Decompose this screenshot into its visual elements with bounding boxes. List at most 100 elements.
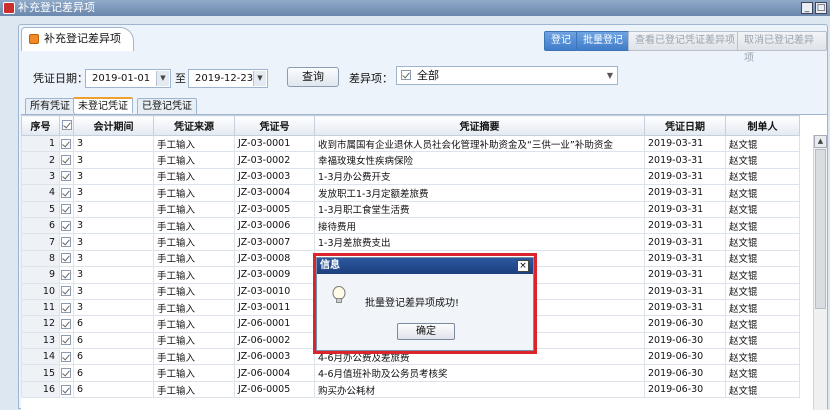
table-row[interactable]: 4 3 手工输入 JZ-03-0004 发放职工1-3月定额差旅费 2019-03-31 赵… <box>21 184 800 202</box>
cancel-registered-button[interactable]: 取消已登记差异项 <box>737 31 827 64</box>
row-checkbox[interactable] <box>61 155 71 166</box>
col-header-summary[interactable]: 凭证摘要 <box>314 115 645 136</box>
cell-creator: 赵文锟 <box>725 200 800 218</box>
cell-creator: 赵文锟 <box>725 315 800 333</box>
col-header-number[interactable]: 凭证号 <box>234 115 315 136</box>
cell-select <box>59 380 74 399</box>
scroll-up-icon[interactable]: ▲ <box>814 135 827 148</box>
table-row[interactable]: 5 3 手工输入 JZ-03-0005 1-3月职工食堂生活费 2019-03-31 赵文锟 <box>21 200 800 218</box>
row-checkbox[interactable] <box>61 138 71 149</box>
cell-summary: 接待费用 <box>314 216 645 235</box>
cell-source: 手工输入 <box>153 249 235 268</box>
row-checkbox[interactable] <box>61 286 71 297</box>
cell-period: 6 <box>73 348 154 366</box>
table-row[interactable]: 2 3 手工输入 JZ-03-0002 幸福玫瑰女性疾病保险 2019-03-31 赵文锟 <box>21 151 800 169</box>
table-row[interactable]: 16 6 手工输入 JZ-06-0005 购买办公耗材 2019-06-30 赵文锟 <box>21 380 800 399</box>
query-button[interactable]: 查询 <box>287 67 339 87</box>
cell-source: 手工输入 <box>153 282 235 300</box>
col-header-select[interactable] <box>59 115 74 136</box>
checkbox-icon <box>401 70 411 80</box>
cell-index: 11 <box>21 298 60 317</box>
row-checkbox[interactable] <box>61 253 71 264</box>
col-header-date[interactable]: 凭证日期 <box>644 115 726 136</box>
tab-registered-vouchers[interactable]: 已登记凭证 <box>137 98 197 114</box>
diff-select[interactable]: 全部 ▼ <box>396 66 618 85</box>
cell-select <box>59 216 74 235</box>
cell-number: JZ-03-0002 <box>234 151 315 169</box>
cell-creator: 赵文锟 <box>725 364 800 382</box>
cell-date: 2019-03-31 <box>644 134 726 153</box>
batch-register-button[interactable]: 批量登记 <box>576 31 630 51</box>
cell-select <box>59 200 74 218</box>
date-to-input[interactable]: 2019-12-23 ▼ <box>188 69 268 88</box>
cell-period: 3 <box>73 282 154 300</box>
cell-creator: 赵文锟 <box>725 380 800 399</box>
table-row[interactable]: 6 3 手工输入 JZ-03-0006 接待费用 2019-03-31 赵文锟 <box>21 216 800 235</box>
table-row[interactable]: 7 3 手工输入 JZ-03-0007 1-3月差旅费支出 2019-03-31 赵文锟 <box>21 233 800 251</box>
panel-tab[interactable]: 补充登记差异项 <box>21 27 134 51</box>
cell-date: 2019-03-31 <box>644 216 726 235</box>
cell-number: JZ-03-0011 <box>234 298 315 317</box>
calendar-dropdown-icon[interactable]: ▼ <box>253 71 266 86</box>
cell-source: 手工输入 <box>153 266 235 284</box>
row-checkbox[interactable] <box>61 269 71 280</box>
date-from-value: 2019-01-01 <box>92 73 151 84</box>
row-checkbox[interactable] <box>61 335 71 346</box>
table-row[interactable]: 3 3 手工输入 JZ-03-0003 1-3月办公费开支 2019-03-31 赵文锟 <box>21 167 800 186</box>
row-checkbox[interactable] <box>61 368 71 379</box>
scroll-thumb[interactable] <box>815 149 826 309</box>
cell-summary: 发放职工1-3月定额差旅费 <box>314 184 645 202</box>
col-header-source[interactable]: 凭证来源 <box>153 115 235 136</box>
cell-date: 2019-03-31 <box>644 151 726 169</box>
col-header-index[interactable]: 序号 <box>21 115 60 136</box>
select-all-checkbox[interactable] <box>61 120 72 130</box>
date-from-input[interactable]: 2019-01-01 ▼ <box>85 69 171 88</box>
info-dialog: 信息 × 批量登记差异项成功! 确定 <box>316 257 534 351</box>
row-checkbox[interactable] <box>61 171 71 182</box>
cell-select <box>59 266 74 284</box>
row-checkbox[interactable] <box>61 237 71 248</box>
cell-date: 2019-06-30 <box>644 364 726 382</box>
cell-period: 6 <box>73 364 154 382</box>
cell-creator: 赵文锟 <box>725 134 800 153</box>
view-registered-button[interactable]: 查看已登记凭证差异项 <box>628 31 742 51</box>
cell-period: 3 <box>73 249 154 268</box>
dialog-ok-button[interactable]: 确定 <box>397 323 455 340</box>
to-label: 至 <box>175 72 186 85</box>
cell-summary: 1-3月职工食堂生活费 <box>314 200 645 218</box>
table-row[interactable]: 15 6 手工输入 JZ-06-0004 4-6月值班补助及公务员考核奖 2019-06-… <box>21 364 800 382</box>
close-window-icon[interactable]: □ <box>815 2 827 14</box>
row-checkbox[interactable] <box>61 220 71 231</box>
cell-source: 手工输入 <box>153 380 235 399</box>
cell-index: 15 <box>21 364 60 382</box>
cell-source: 手工输入 <box>153 200 235 218</box>
cell-index: 12 <box>21 315 60 333</box>
row-checkbox[interactable] <box>61 187 71 198</box>
cell-index: 9 <box>21 266 60 284</box>
row-checkbox[interactable] <box>61 384 71 395</box>
cell-period: 3 <box>73 184 154 202</box>
document-icon <box>29 34 39 44</box>
cell-creator: 赵文锟 <box>725 331 800 350</box>
row-checkbox[interactable] <box>61 318 71 329</box>
table-row[interactable]: 1 3 手工输入 JZ-03-0001 收到市属国有企业退休人员社会化管理补助资金及“三… <box>21 134 800 153</box>
row-checkbox[interactable] <box>61 351 71 362</box>
cell-summary: 1-3月差旅费支出 <box>314 233 645 251</box>
register-button[interactable]: 登记 <box>544 31 578 51</box>
vertical-scrollbar[interactable]: ▲ <box>813 135 827 410</box>
tab-unregistered-vouchers[interactable]: 未登记凭证 <box>73 97 133 113</box>
cell-index: 7 <box>21 233 60 251</box>
calendar-dropdown-icon[interactable]: ▼ <box>156 71 169 86</box>
col-header-creator[interactable]: 制单人 <box>725 115 800 136</box>
window-titlebar: 补充登记差异项 _ □ <box>0 0 830 16</box>
cell-select <box>59 315 74 333</box>
row-checkbox[interactable] <box>61 204 71 215</box>
col-header-period[interactable]: 会计期间 <box>73 115 154 136</box>
row-checkbox[interactable] <box>61 302 71 313</box>
dialog-close-icon[interactable]: × <box>517 260 529 272</box>
cell-select <box>59 298 74 317</box>
cell-number: JZ-03-0004 <box>234 184 315 202</box>
minimize-icon[interactable]: _ <box>801 2 813 14</box>
tab-all-vouchers[interactable]: 所有凭证 <box>25 98 75 114</box>
cell-source: 手工输入 <box>153 298 235 317</box>
